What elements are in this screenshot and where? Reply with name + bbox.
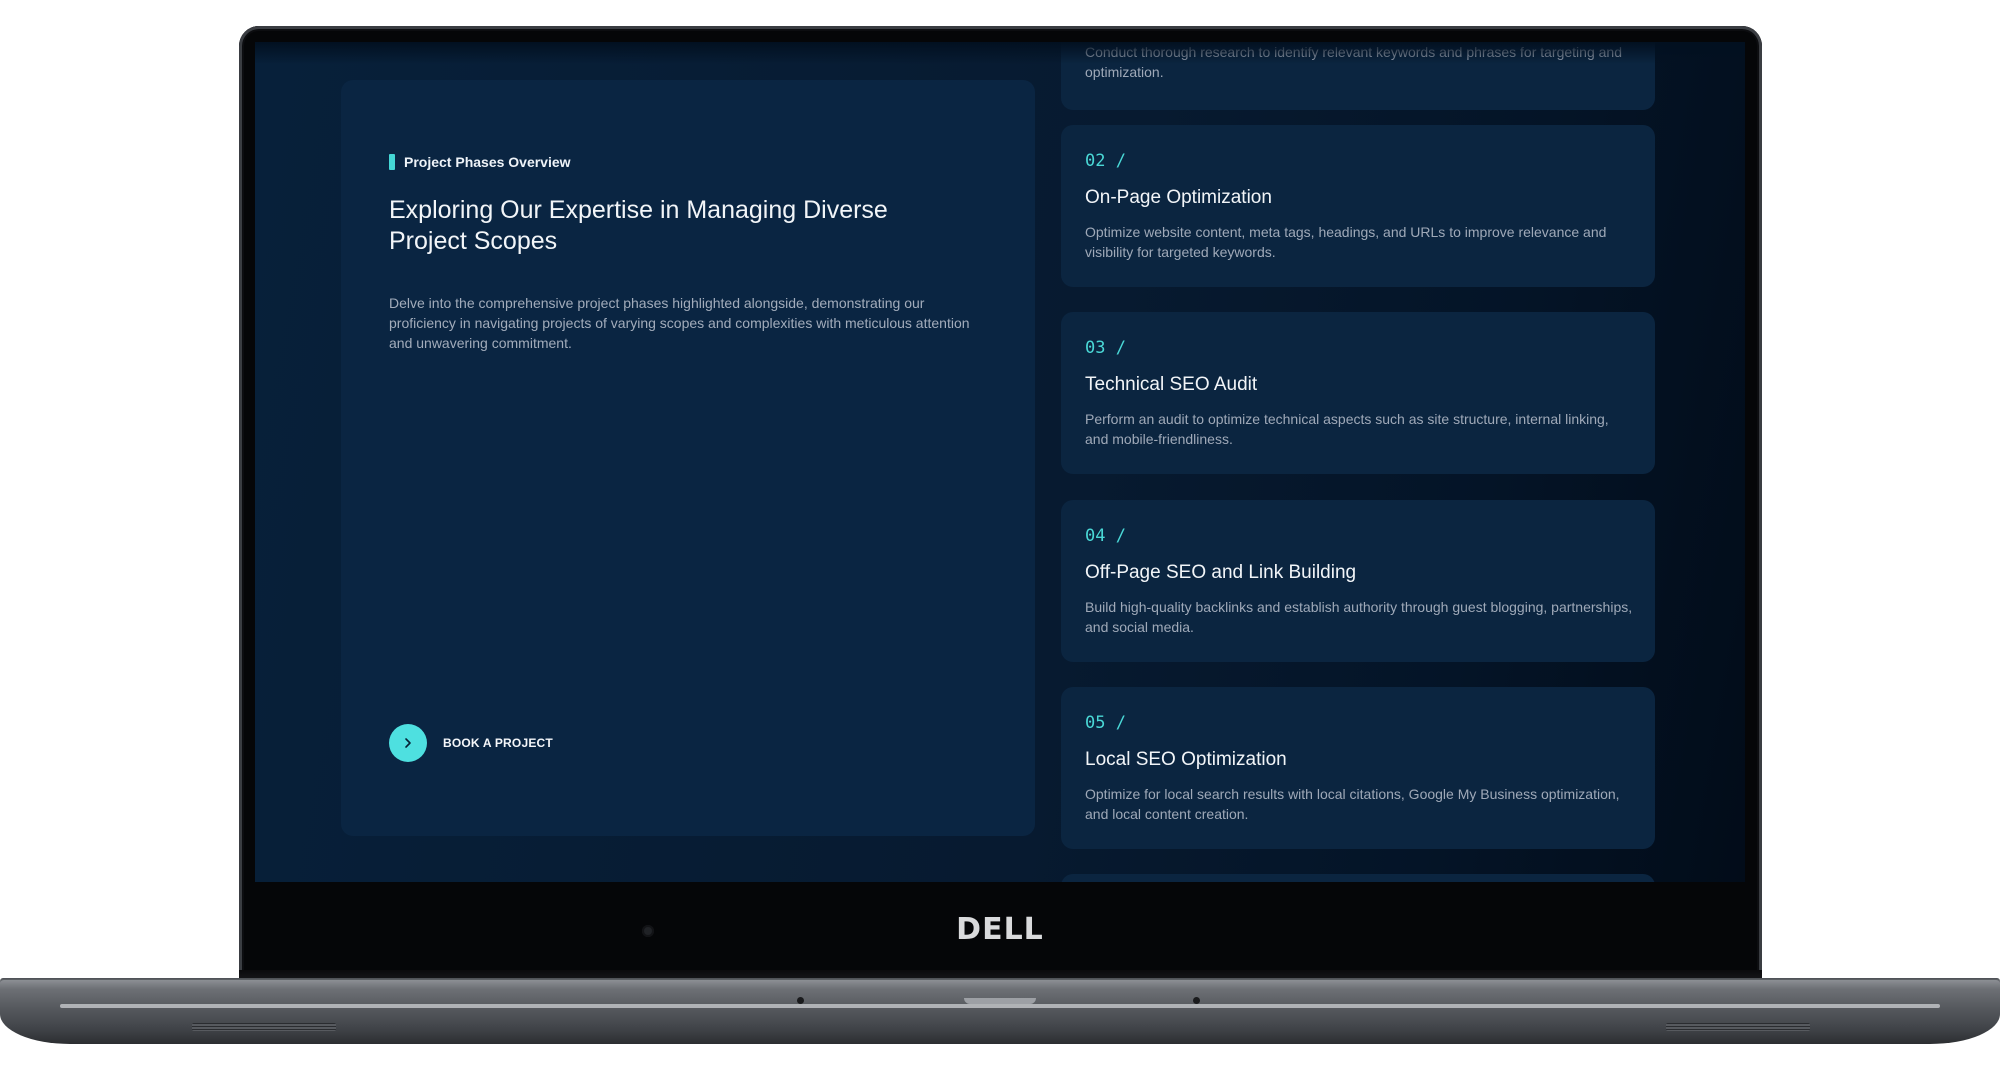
- eyebrow-label: Project Phases Overview: [404, 154, 571, 170]
- brand-logo: DELL: [956, 912, 1044, 947]
- speaker-vent-right: [1666, 1023, 1810, 1031]
- hinge-dot-left: [797, 997, 804, 1004]
- phase-card-04: 04 / Off-Page SEO and Link Building Buil…: [1061, 500, 1655, 662]
- phase-number: 05 /: [1085, 713, 1126, 733]
- section-description: Delve into the comprehensive project pha…: [389, 295, 970, 351]
- hinge-dot-right: [1193, 997, 1200, 1004]
- laptop-base-lip: [60, 1004, 1940, 1008]
- phase-description: Optimize website content, meta tags, hea…: [1085, 224, 1607, 260]
- phase-title: Technical SEO Audit: [1085, 374, 1258, 395]
- phase-title: On-Page Optimization: [1085, 187, 1272, 208]
- phase-title: Local SEO Optimization: [1085, 749, 1287, 770]
- section-eyebrow: Project Phases Overview: [389, 154, 571, 170]
- phase-number: 03 /: [1085, 338, 1126, 358]
- phase-card-02: 02 / On-Page Optimization Optimize websi…: [1061, 125, 1655, 287]
- overview-panel: Project Phases Overview Exploring Our Ex…: [341, 80, 1035, 836]
- phase-card-05: 05 / Local SEO Optimization Optimize for…: [1061, 687, 1655, 849]
- phase-card-06: [1061, 874, 1655, 882]
- phase-card-01: Conduct thorough research to identify re…: [1061, 42, 1655, 110]
- phase-number: 02 /: [1085, 151, 1126, 171]
- phase-description: Build high-quality backlinks and establi…: [1085, 599, 1633, 635]
- phase-description: Conduct thorough research to identify re…: [1085, 44, 1622, 80]
- phase-title: Off-Page SEO and Link Building: [1085, 562, 1357, 583]
- book-project-label[interactable]: BOOK A PROJECT: [443, 736, 553, 750]
- phase-description: Optimize for local search results with l…: [1085, 786, 1620, 822]
- phase-number: 04 /: [1085, 526, 1126, 546]
- book-project-button[interactable]: BOOK A PROJECT: [389, 724, 553, 762]
- accent-bar: [389, 154, 395, 170]
- laptop-base: [0, 980, 2000, 1044]
- speaker-vent-left: [192, 1023, 336, 1031]
- phase-description: Perform an audit to optimize technical a…: [1085, 411, 1609, 447]
- screen: Project Phases Overview Exploring Our Ex…: [255, 42, 1745, 882]
- chevron-right-icon[interactable]: [389, 724, 427, 762]
- section-title: Exploring Our Expertise in Managing Dive…: [389, 196, 888, 255]
- phase-card-03: 03 / Technical SEO Audit Perform an audi…: [1061, 312, 1655, 474]
- webcam-icon: [642, 925, 654, 937]
- lid-notch: [964, 998, 1036, 1004]
